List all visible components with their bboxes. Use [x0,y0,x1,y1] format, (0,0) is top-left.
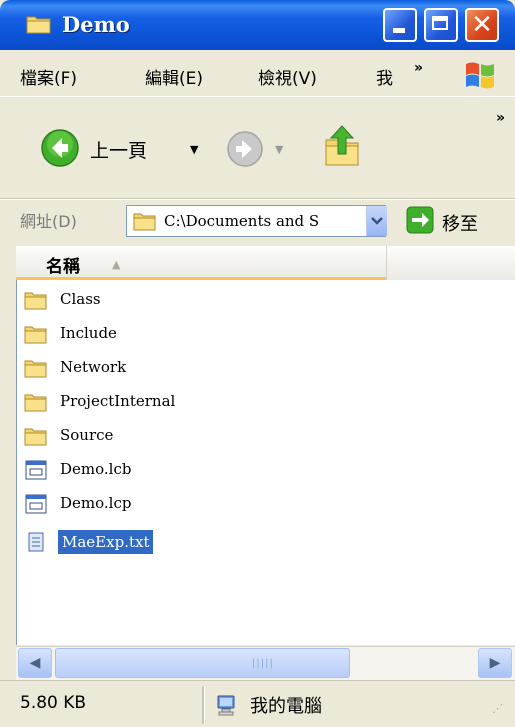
minimize-button[interactable] [383,8,417,42]
go-button-label[interactable]: 移至 [442,210,478,236]
windows-logo-icon [466,62,494,89]
maximize-button[interactable] [424,8,458,42]
file-name: Demo.lcp [60,494,132,512]
file-name: MaeExp.txt [58,530,154,554]
status-divider [202,686,205,724]
menu-file[interactable]: 檔案(F) [20,64,77,89]
folder-up-icon[interactable] [322,124,362,168]
folder-icon [24,394,47,412]
application-file-icon [25,494,47,514]
back-arrow-icon[interactable] [40,128,80,168]
scroll-left-button[interactable]: ◀ [18,648,52,678]
chevron-right-icon: ▶ [489,655,501,671]
scroll-thumb[interactable]: ||||| [55,648,350,678]
file-name: Include [60,324,117,342]
application-file-icon [25,460,47,480]
file-name: Network [60,358,127,376]
status-file-size: 5.80 KB [20,693,87,713]
back-button-label[interactable]: 上一頁 [90,136,147,163]
address-label: 網址(D) [20,212,77,231]
address-dropdown-button[interactable] [366,206,387,236]
column-name-label[interactable]: 名稱 [46,252,80,277]
address-value[interactable]: C:\Documents and S [164,212,366,230]
computer-icon [217,695,235,716]
folder-icon [26,16,51,34]
explorer-window: Demo ✕ 檔案(F) 編輯(E) 檢視(V) 我 » » 上一頁 ▼ ▼ 網… [0,0,515,727]
chevron-down-icon [371,217,383,225]
menu-edit[interactable]: 編輯(E) [145,64,203,89]
menu-favorites[interactable]: 我 [376,64,393,89]
file-name: Source [60,426,114,444]
toolbar-overflow-chevron[interactable]: » [496,110,505,126]
close-icon: ✕ [471,10,493,40]
file-name: Class [60,290,101,308]
go-arrow-icon[interactable] [406,206,434,234]
folder-icon [24,428,47,446]
scroll-right-button[interactable]: ▶ [478,648,512,678]
minimize-icon [393,28,405,33]
sort-ascending-icon: ▲ [112,258,121,271]
folder-icon [24,360,47,378]
forward-arrow-icon[interactable] [226,130,264,168]
text-file-icon [28,532,44,552]
menu-overflow-chevron[interactable]: » [414,60,423,76]
file-name: ProjectInternal [60,392,176,410]
folder-icon [24,326,47,344]
menu-view[interactable]: 檢視(V) [258,64,317,89]
forward-dropdown-icon[interactable]: ▼ [275,143,283,156]
back-dropdown-icon[interactable]: ▼ [190,143,198,156]
chevron-left-icon: ◀ [29,655,41,671]
maximize-icon [432,16,448,30]
file-name: Demo.lcb [60,460,132,478]
grip-icon: ||||| [252,658,274,669]
close-button[interactable]: ✕ [465,8,499,42]
resize-grip-icon[interactable]: ⋰ [492,702,503,715]
status-location: 我的電腦 [250,696,322,717]
window-title: Demo [62,12,130,37]
folder-icon [24,292,47,310]
column-header-filler [386,246,515,280]
folder-icon [133,213,156,231]
